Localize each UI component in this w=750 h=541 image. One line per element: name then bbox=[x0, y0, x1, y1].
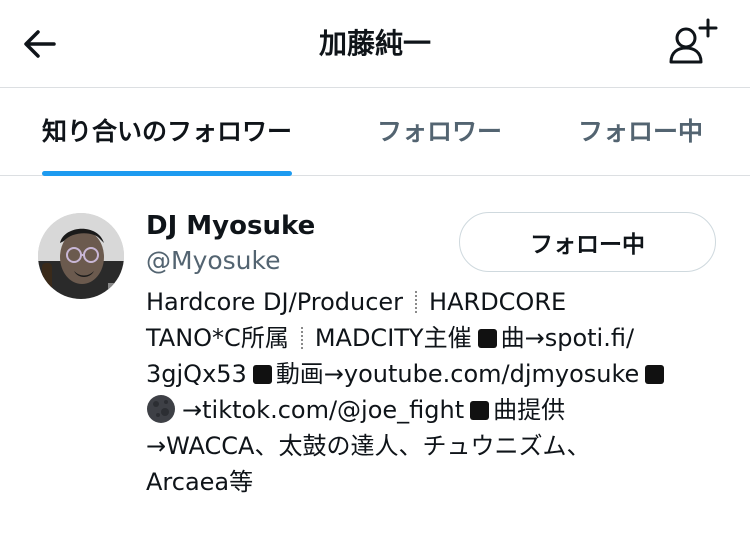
bio-line: Hardcore DJ/Producer HARDCORE bbox=[146, 284, 736, 320]
add-user-button[interactable] bbox=[666, 16, 722, 68]
black-square-icon bbox=[470, 401, 490, 420]
following-button[interactable]: フォロー中 bbox=[459, 212, 716, 272]
bio-line: Arcaea等 bbox=[146, 468, 254, 496]
bio-line: →WACCA、太鼓の達人、チュウニズム、 bbox=[146, 432, 591, 460]
tab-label: 知り合いのフォロワー bbox=[42, 117, 293, 146]
display-name[interactable]: DJ Myosuke bbox=[146, 209, 315, 243]
black-square-icon bbox=[645, 365, 665, 384]
bio-line: →tiktok.com/@joe_fight 曲提供 bbox=[146, 392, 736, 428]
separator-glyph bbox=[300, 327, 303, 349]
black-square-icon bbox=[477, 329, 497, 348]
user-list-item[interactable]: DJ Myosuke @Myosuke フォロー中 Hardcore DJ/Pr… bbox=[0, 176, 750, 541]
tab-label: フォロワー bbox=[377, 117, 503, 146]
bio-text: 3gjQx53 bbox=[146, 360, 247, 388]
tab-mutual-followers[interactable]: 知り合いのフォロワー bbox=[42, 88, 293, 176]
bio-text: 動画→youtube.com/djmyosuke bbox=[275, 360, 640, 388]
tab-label: フォロー中 bbox=[578, 117, 704, 146]
black-square-icon bbox=[252, 365, 272, 384]
separator-glyph bbox=[415, 291, 418, 313]
bio-text: MADCITY主催 bbox=[314, 324, 472, 352]
app-header: 加藤純一 bbox=[0, 0, 750, 88]
tab-following[interactable]: フォロー中 bbox=[578, 88, 703, 176]
bio-text: TANO*C所属 bbox=[146, 324, 289, 352]
user-bio: Hardcore DJ/Producer HARDCORE TANO*C所属 MAD… bbox=[146, 284, 736, 500]
tab-bar: 知り合いのフォロワー フォロワー フォロー中 bbox=[0, 88, 750, 176]
page-title: 加藤純一 bbox=[318, 27, 431, 60]
bio-text: 曲提供 bbox=[493, 396, 566, 424]
bio-text: HARDCORE bbox=[429, 288, 567, 316]
new-moon-emoji-icon bbox=[147, 395, 175, 423]
bio-text: 曲→spoti.fi/ bbox=[500, 324, 635, 352]
bio-text: Hardcore DJ/Producer bbox=[146, 288, 404, 316]
user-handle: @Myosuke bbox=[146, 246, 281, 275]
bio-line: TANO*C所属 MADCITY主催 曲→spoti.fi/ bbox=[146, 320, 736, 356]
tab-followers[interactable]: フォロワー bbox=[377, 88, 502, 176]
avatar[interactable] bbox=[38, 213, 124, 299]
bio-line: 3gjQx53 動画→youtube.com/djmyosuke bbox=[146, 356, 736, 392]
add-user-icon bbox=[669, 18, 718, 64]
bio-text: →tiktok.com/@joe_fight bbox=[182, 396, 465, 424]
